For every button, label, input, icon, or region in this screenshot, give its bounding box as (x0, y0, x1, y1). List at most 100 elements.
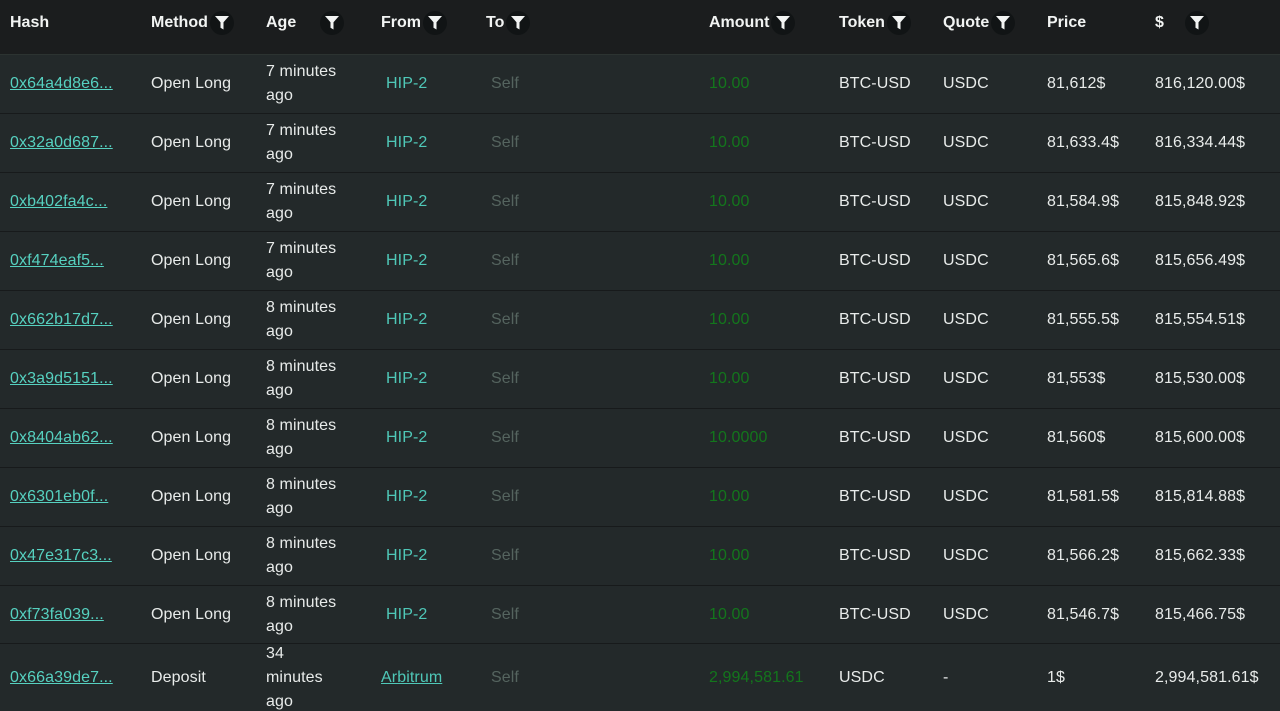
transactions-table: Hash Method Age From To Amount Token Quo… (0, 0, 1280, 711)
to-text: Self (491, 370, 519, 387)
amount-text: 10.00 (709, 134, 750, 151)
price-text: 1$ (1047, 668, 1065, 686)
quote-text: USDC (943, 605, 989, 623)
table-header: Hash Method Age From To Amount Token Quo… (0, 0, 1280, 55)
token-filter-icon[interactable] (886, 11, 911, 35)
usd-value-text: 2,994,581.61$ (1155, 668, 1259, 686)
transaction-hash-link[interactable]: 0xb402fa4c... (10, 193, 107, 211)
header-age: Age (266, 0, 345, 46)
transaction-hash-link[interactable]: 0x66a39de7... (10, 669, 113, 687)
table-row: 0xb402fa4c... Open Long 7 minutes ago HI… (0, 173, 1280, 232)
price-text: 81,546.7$ (1047, 605, 1120, 623)
quote-text: - (943, 668, 949, 686)
usd-filter-icon[interactable] (1184, 11, 1209, 35)
quote-text: USDC (943, 311, 989, 328)
to-text: Self (491, 668, 519, 686)
from-filter-icon[interactable] (423, 11, 447, 35)
quote-text: USDC (943, 370, 989, 387)
to-text: Self (491, 75, 519, 92)
method-text: Open Long (151, 252, 232, 269)
from-text: HIP-2 (386, 605, 428, 623)
amount-text: 10.00 (709, 193, 750, 210)
header-token: Token (839, 0, 911, 46)
amount-text: 10.00 (709, 370, 750, 387)
age-text: 7 minutes ago (266, 240, 337, 281)
header-quote: Quote (943, 0, 1016, 46)
amount-text: 10.00 (709, 605, 750, 623)
transaction-hash-link[interactable]: 0xf73fa039... (10, 606, 104, 624)
quote-text: USDC (943, 193, 989, 210)
method-filter-icon[interactable] (209, 11, 234, 35)
usd-value-text: 815,530.00$ (1155, 370, 1246, 387)
header-to-label: To (486, 14, 505, 31)
header-price: Price (1047, 0, 1086, 46)
header-token-label: Token (839, 14, 885, 31)
to-text: Self (491, 311, 519, 328)
method-text: Open Long (151, 429, 232, 446)
usd-value-text: 816,120.00$ (1155, 75, 1246, 92)
price-text: 81,584.9$ (1047, 193, 1120, 210)
to-text: Self (491, 252, 519, 269)
to-text: Self (491, 134, 519, 151)
token-text: BTC-USD (839, 193, 911, 210)
transaction-hash-link[interactable]: 0x662b17d7... (10, 311, 113, 329)
transaction-hash-link[interactable]: 0x6301eb0f... (10, 488, 108, 506)
usd-value-text: 815,848.92$ (1155, 193, 1246, 210)
to-text: Self (491, 605, 519, 623)
method-text: Deposit (151, 668, 206, 686)
quote-text: USDC (943, 134, 989, 151)
age-filter-icon[interactable] (320, 11, 345, 35)
token-text: BTC-USD (839, 252, 911, 269)
token-text: BTC-USD (839, 311, 911, 328)
price-text: 81,555.5$ (1047, 311, 1120, 328)
price-text: 81,560$ (1047, 429, 1106, 446)
transaction-hash-link[interactable]: 0x8404ab62... (10, 429, 113, 447)
age-text: 34 minutes ago (266, 644, 323, 710)
header-usd: $ (1155, 0, 1209, 46)
usd-value-text: 815,554.51$ (1155, 311, 1246, 328)
age-text: 8 minutes ago (266, 417, 337, 458)
header-method: Method (151, 0, 234, 46)
quote-text: USDC (943, 252, 989, 269)
amount-text: 10.00 (709, 75, 750, 92)
usd-value-text: 815,656.49$ (1155, 252, 1246, 269)
transaction-hash-link[interactable]: 0x3a9d5151... (10, 370, 113, 388)
to-text: Self (491, 193, 519, 210)
amount-text: 10.0000 (709, 429, 768, 446)
transaction-hash-link[interactable]: 0x32a0d687... (10, 134, 113, 152)
age-text: 8 minutes ago (266, 593, 337, 635)
token-text: BTC-USD (839, 370, 911, 387)
token-text: BTC-USD (839, 547, 911, 564)
transaction-hash-link[interactable]: 0x64a4d8e6... (10, 75, 113, 93)
from-text: HIP-2 (386, 547, 428, 564)
age-text: 8 minutes ago (266, 358, 337, 399)
price-text: 81,612$ (1047, 75, 1106, 92)
age-text: 7 minutes ago (266, 122, 337, 163)
quote-filter-icon[interactable] (991, 11, 1016, 35)
from-link[interactable]: Arbitrum (381, 669, 442, 687)
to-text: Self (491, 488, 519, 505)
header-usd-label: $ (1155, 14, 1164, 31)
table-row: 0x64a4d8e6... Open Long 7 minutes ago HI… (0, 55, 1280, 114)
token-text: BTC-USD (839, 488, 911, 505)
token-text: BTC-USD (839, 134, 911, 151)
transaction-hash-link[interactable]: 0x47e317c3... (10, 547, 112, 565)
table-row: 0x32a0d687... Open Long 7 minutes ago HI… (0, 114, 1280, 173)
to-filter-icon[interactable] (506, 11, 531, 35)
header-amount-label: Amount (709, 14, 770, 31)
usd-value-text: 816,334.44$ (1155, 134, 1246, 151)
header-age-label: Age (266, 14, 297, 31)
amount-filter-icon[interactable] (771, 11, 796, 35)
from-text: HIP-2 (386, 134, 428, 151)
token-text: USDC (839, 668, 885, 686)
amount-text: 10.00 (709, 547, 750, 564)
transaction-hash-link[interactable]: 0xf474eaf5... (10, 252, 104, 270)
method-text: Open Long (151, 311, 232, 328)
usd-value-text: 815,600.00$ (1155, 429, 1246, 446)
token-text: BTC-USD (839, 605, 911, 623)
usd-value-text: 815,814.88$ (1155, 488, 1246, 505)
age-text: 8 minutes ago (266, 476, 337, 517)
price-text: 81,581.5$ (1047, 488, 1120, 505)
quote-text: USDC (943, 75, 989, 92)
token-text: BTC-USD (839, 429, 911, 446)
